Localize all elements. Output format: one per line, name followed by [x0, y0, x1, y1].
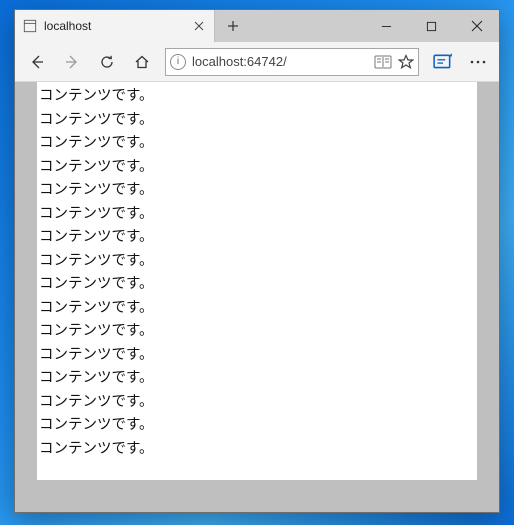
window-maximize-button[interactable] [409, 10, 454, 42]
page-icon [23, 19, 37, 33]
content-line: コンテンツです。 [37, 273, 477, 297]
content-line: コンテンツです。 [37, 156, 477, 180]
tabstrip-spacer [251, 10, 364, 42]
content-line: コンテンツです。 [37, 250, 477, 274]
content-line: コンテンツです。 [37, 414, 477, 438]
home-button[interactable] [126, 45, 157, 79]
content-line: コンテンツです。 [37, 226, 477, 250]
window-minimize-button[interactable] [364, 10, 409, 42]
browser-window: localhost [14, 9, 500, 513]
content-line: コンテンツです。 [37, 367, 477, 391]
page-content-area: コンテンツです。コンテンツです。コンテンツです。コンテンツです。コンテンツです。… [37, 82, 477, 480]
notes-button[interactable] [427, 45, 458, 79]
content-line: コンテンツです。 [37, 344, 477, 368]
address-bar[interactable]: i [165, 48, 419, 76]
browser-viewport: コンテンツです。コンテンツです。コンテンツです。コンテンツです。コンテンツです。… [15, 82, 499, 512]
window-close-button[interactable] [454, 10, 499, 42]
window-controls [364, 10, 499, 42]
tab-close-button[interactable] [190, 17, 208, 35]
tab-title: localhost [44, 19, 183, 33]
content-line: コンテンツです。 [37, 109, 477, 133]
url-input[interactable] [192, 54, 368, 69]
browser-toolbar: i [15, 42, 499, 82]
more-menu-button[interactable] [462, 45, 493, 79]
refresh-button[interactable] [91, 45, 122, 79]
content-line: コンテンツです。 [37, 203, 477, 227]
site-info-icon[interactable]: i [170, 54, 186, 70]
content-line: コンテンツです。 [37, 179, 477, 203]
tab-strip: localhost [15, 10, 499, 42]
back-button[interactable] [21, 45, 52, 79]
browser-tab-active[interactable]: localhost [15, 10, 215, 42]
content-line: コンテンツです。 [37, 320, 477, 344]
favorite-star-icon[interactable] [398, 54, 414, 70]
reading-view-icon[interactable] [374, 55, 392, 69]
forward-button[interactable] [56, 45, 87, 79]
content-line: コンテンツです。 [37, 297, 477, 321]
content-line: コンテンツです。 [37, 438, 477, 462]
desktop-background: localhost [0, 0, 514, 525]
content-line: コンテンツです。 [37, 391, 477, 415]
content-line: コンテンツです。 [37, 132, 477, 156]
content-line: コンテンツです。 [37, 85, 477, 109]
new-tab-button[interactable] [215, 10, 251, 42]
